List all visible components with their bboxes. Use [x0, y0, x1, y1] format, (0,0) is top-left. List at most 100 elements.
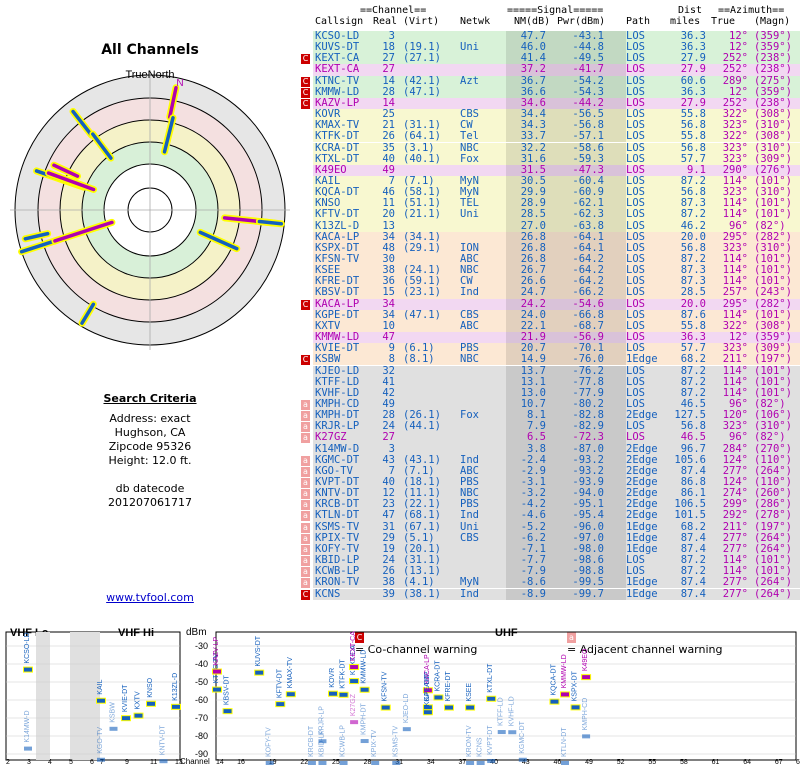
- spectrum-gap: [36, 632, 50, 760]
- spectrum-label: KMMW-LD: [361, 650, 368, 684]
- table-row[interactable]: KFTV-DT 20 (21.1) Uni 28.5 -62.3 LOS 87.2 114° (1…: [300, 209, 800, 221]
- spectrum-label: KMAX-TV: [287, 657, 294, 688]
- header-cell: Pwr(dBm): [557, 16, 606, 27]
- spectrum-mark: [445, 705, 453, 710]
- spectrum-label: KAZV-LP: [213, 636, 220, 665]
- polar-label: TrueNorth: [125, 69, 174, 81]
- spectrum-label: KJEO-LD: [403, 694, 410, 724]
- header-cell: (Virt): [403, 16, 440, 27]
- table-row[interactable]: a K27GZ 27 6.5 -72.3 LOS 46.5 96° (82°): [300, 432, 800, 444]
- spectrum-xtick: 25: [332, 759, 340, 766]
- adjacent-channel-warning: a: [301, 544, 310, 555]
- spectrum-label: KNSO: [147, 677, 154, 697]
- table-row[interactable]: KTFK-DT 26 (64.1) Tel 33.7 -57.1 LOS 55.8 322° (3…: [300, 131, 800, 143]
- table-row[interactable]: C KCNS 39 (38.1) Ind -8.9 -99.7 1Edge 87.4 277° (2…: [300, 587, 800, 600]
- table-row[interactable]: KBSV-DT 15 (23.1) Ind 24.7 -66.2 LOS 28.5 257° (2…: [300, 287, 800, 299]
- co-channel-warning: C: [301, 355, 310, 366]
- cell-nm: -8.9: [520, 587, 546, 600]
- spectrum-label: KXTV: [135, 691, 142, 710]
- spectrum-mark: [339, 692, 348, 697]
- table-row[interactable]: KJEO-LD 32 13.7 -76.2 LOS 87.2 114° (101°): [300, 365, 800, 377]
- table-row[interactable]: KXTV 10 ABC 22.1 -68.7 LOS 55.8 322° (308°): [300, 320, 800, 333]
- spectrum-mark: [434, 695, 443, 700]
- spectrum-mark: [147, 701, 155, 706]
- spectrum-mark: [487, 759, 496, 764]
- spectrum-xtick: 37: [459, 759, 467, 766]
- table-row[interactable]: a KRON-TV 38 (4.1) MyN -8.6 -99.5 1Edge 87.4 277°…: [300, 577, 800, 589]
- spectrum-label: KTLN-DT: [561, 727, 568, 757]
- spectrum-xtick: 14: [216, 759, 224, 766]
- spectrum-gap: [70, 632, 100, 760]
- spectrum-xtick: 49: [585, 759, 593, 766]
- co-channel-warning: C: [301, 98, 310, 109]
- adjacent-channel-warning: a: [301, 522, 310, 533]
- table-row[interactable]: C KTNC-TV 14 (42.1) Azt 36.7 -54.2 LOS 60.6 289°(…: [300, 75, 800, 87]
- spectrum-label: KAIL: [97, 679, 104, 694]
- table-row[interactable]: KEXT-CA 27 37.2 -41.7 LOS 27.9 252° (238°): [300, 64, 800, 76]
- criteria-height: Height: 12.0 ft.: [108, 454, 192, 467]
- spectrum-mark: [508, 730, 517, 735]
- spectrum-mark: [122, 716, 130, 721]
- spectrum-mark: [350, 665, 359, 670]
- spectrum-label: KVPT-DT: [487, 725, 494, 755]
- table-row[interactable]: a KTLN-DT 47 (68.1) Ind -4.6 -95.4 2Edge 101.5 29…: [300, 510, 800, 522]
- adjacent-channel-warning: a: [301, 511, 310, 522]
- spectrum-mark: [550, 699, 559, 704]
- spectrum-mark: [466, 761, 475, 765]
- spectrum-label: KEXT-CA: [350, 631, 357, 661]
- spectrum-xtick: 52: [617, 759, 625, 766]
- spectrum-label: KBID-LP: [318, 729, 325, 757]
- spectrum-label: KCRA-DT: [434, 660, 441, 692]
- signal-band: [506, 421, 626, 433]
- table-row[interactable]: C KSBW 8 (8.1) NBC 14.9 -76.0 1Edge 68.2 211° (197…: [300, 354, 800, 366]
- adjacent-channel-warning: a: [301, 533, 310, 544]
- adjacent-channel-warning: a: [301, 478, 310, 488]
- spectrum-mark: [24, 667, 32, 672]
- cell-t: 277°: [722, 587, 748, 600]
- adjacent-channel-warning: a: [301, 399, 310, 410]
- spectrum-mark: [213, 669, 221, 674]
- spectrum-mark: [487, 696, 496, 701]
- criteria-city: Hughson, CA: [114, 426, 186, 439]
- adjacent-channel-warning: a: [301, 489, 310, 500]
- criteria-heading: Search Criteria: [103, 392, 197, 405]
- spectrum-label: KOVR: [329, 668, 336, 688]
- spectrum-mark: [318, 761, 327, 765]
- table-row[interactable]: a KRJR-LP 24 (44.1) 7.9 -82.9 LOS 56.8 323° (310°…: [300, 421, 800, 433]
- spectrum-label: KQCA-DT: [550, 663, 557, 695]
- spectrum-label: KFRE-DT: [445, 671, 452, 702]
- group-channel: ==Channel==: [360, 5, 427, 16]
- spectrum-label: KUVS-DT: [255, 635, 262, 666]
- spectrum-label: KCWB-LP: [340, 725, 347, 757]
- spectrum-ytick: -40: [195, 659, 208, 669]
- spectrum-mark: [329, 691, 337, 696]
- spectrum-label: KVIE-DT: [122, 684, 129, 712]
- table-row[interactable]: KVHF-LD 42 13.0 -77.9 LOS 87.2 114° (101°): [300, 387, 800, 399]
- table-row[interactable]: KCRA-DT 35 (3.1) NBC 32.2 -58.6 LOS 56.8 323° (31…: [300, 142, 800, 154]
- tvfool-link[interactable]: www.tvfool.com: [0, 591, 300, 604]
- spectrum-label: KRON-TV: [466, 725, 473, 757]
- adjacent-channel-warning: a: [301, 578, 310, 589]
- spectrum-xtick: 22: [300, 759, 308, 766]
- cell-v: (38.1): [403, 587, 441, 600]
- spectrum-xtick: 64: [743, 759, 751, 766]
- spectrum-ytick: -70: [195, 713, 208, 723]
- spectrum-label: KTXL-DT: [487, 663, 494, 693]
- spectrum-label: KMPH-CD: [582, 698, 589, 731]
- spectrum-ylabel: dBm: [186, 627, 207, 638]
- spectrum-mark: [360, 739, 369, 744]
- spectrum-label: KPIX-TV: [371, 729, 378, 757]
- co-channel-warning: C: [301, 87, 310, 98]
- co-channel-warning: C: [301, 76, 310, 87]
- table-row[interactable]: KCSO-LD 3 47.7 -43.1 LOS 36.3 12° (359°): [300, 30, 800, 43]
- spectrum-mark: [172, 704, 180, 709]
- spectrum-label: KBSV-DT: [224, 674, 231, 705]
- spectrum-label: KRCB-DT: [308, 725, 315, 757]
- spectrum-ytick: -60: [195, 695, 208, 705]
- spectrum-label: KTFF-LD: [498, 697, 505, 726]
- spectrum-mark: [582, 675, 591, 680]
- spectrum-xlabel: Channel: [180, 757, 210, 766]
- spectrum-mark: [213, 687, 221, 692]
- spectrum-mark: [276, 702, 285, 707]
- spectrum-mark: [518, 757, 527, 762]
